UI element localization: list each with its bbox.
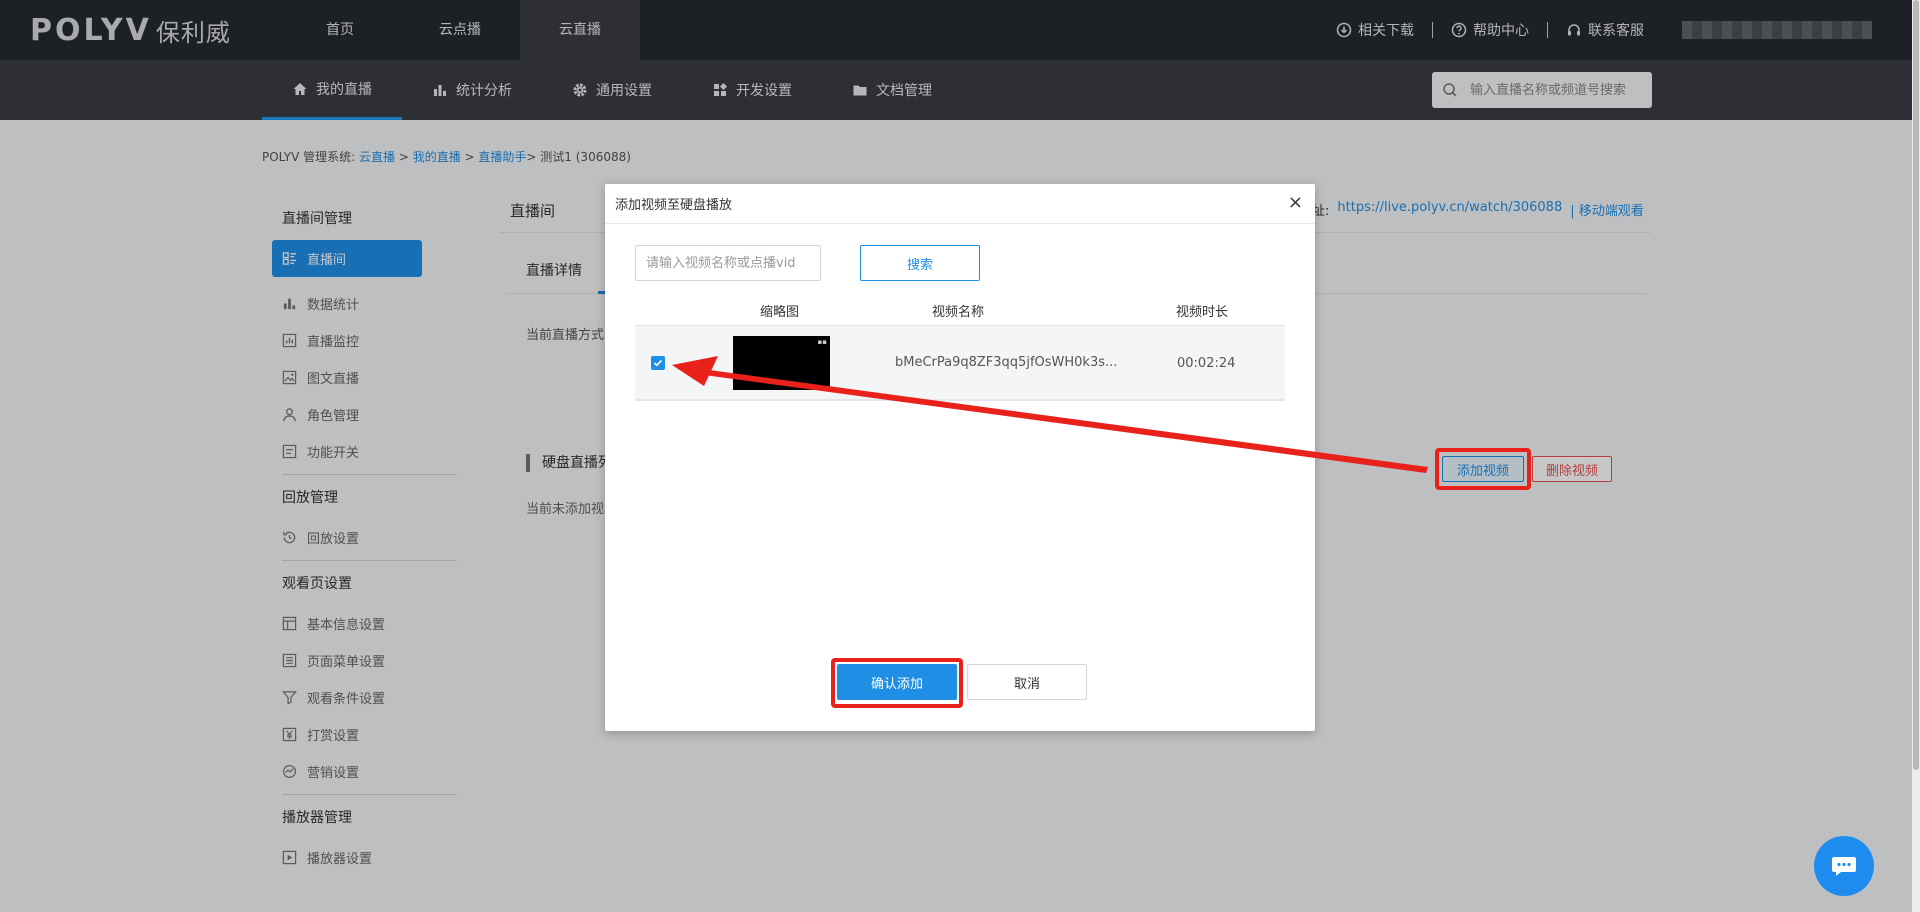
video-search-input[interactable] (635, 245, 821, 281)
video-duration: 00:02:24 (1177, 356, 1236, 371)
row-checkbox[interactable] (651, 356, 665, 370)
cancel-button[interactable]: 取消 (967, 664, 1087, 700)
chat-button[interactable] (1814, 836, 1874, 896)
highlight-add-video (1435, 448, 1531, 490)
highlight-confirm-add (831, 658, 963, 708)
dialog-title: 添加视频至硬盘播放 (605, 184, 1315, 224)
video-thumbnail: ▪▪ (733, 336, 830, 390)
page-scrollbar-thumb[interactable] (1913, 0, 1919, 770)
col-thumbnail: 缩略图 (760, 305, 800, 320)
add-video-dialog: 添加视频至硬盘播放 × 搜索 缩略图 视频名称 视频时长 ▪▪ bMeCrPa9… (605, 184, 1315, 731)
thumbnail-watermark-icon: ▪▪ (817, 338, 828, 346)
search-button[interactable]: 搜索 (860, 245, 980, 281)
col-duration: 视频时长 (1176, 305, 1229, 320)
col-video-name: 视频名称 (932, 305, 985, 320)
video-table-header: 缩略图 视频名称 视频时长 (635, 291, 1285, 325)
video-name: bMeCrPa9q8ZF3qq5jfOsWH0k3s... (895, 355, 1118, 370)
chat-icon (1832, 857, 1856, 876)
table-row[interactable]: ▪▪ bMeCrPa9q8ZF3qq5jfOsWH0k3s... 00:02:2… (635, 325, 1285, 401)
close-icon[interactable]: × (1288, 194, 1303, 212)
checkmark-icon (653, 359, 663, 367)
